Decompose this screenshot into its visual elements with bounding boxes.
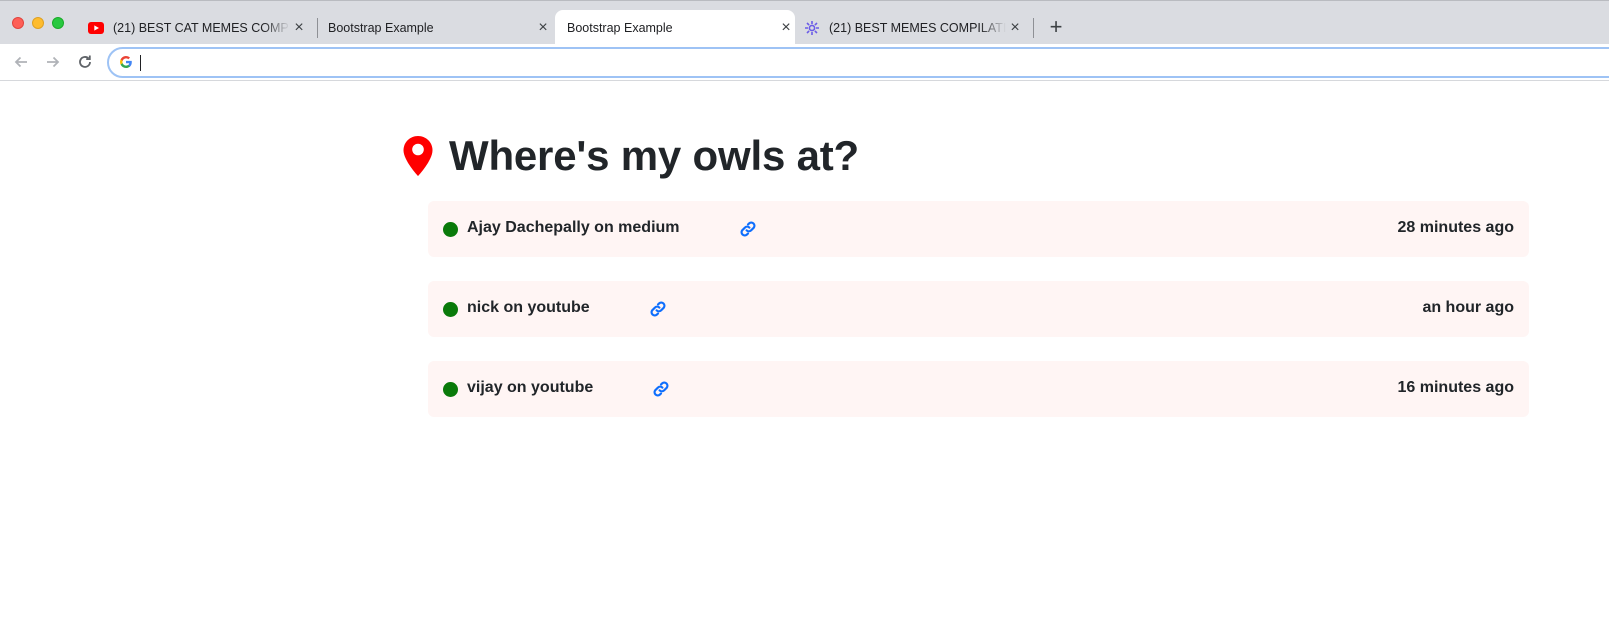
list-item: nick on youtube an hour ago	[428, 281, 1529, 337]
map-pin-icon	[403, 136, 433, 176]
plus-icon[interactable]: +	[1046, 15, 1066, 39]
page-heading: Where's my owls at?	[402, 132, 859, 180]
window-minimize-button[interactable]	[32, 17, 44, 29]
status-dot	[443, 382, 458, 397]
google-icon	[119, 55, 133, 74]
close-tab-icon[interactable]: ×	[777, 19, 795, 37]
window-zoom-button[interactable]	[52, 17, 64, 29]
tab-separator	[317, 18, 318, 38]
last-seen: 28 minutes ago	[1397, 219, 1514, 236]
close-tab-icon[interactable]: ×	[290, 19, 308, 37]
page-title: Where's my owls at?	[449, 132, 859, 179]
reload-icon[interactable]	[74, 51, 96, 73]
address-bar[interactable]	[107, 47, 1609, 78]
tab-title: Bootstrap Example	[567, 20, 673, 35]
tab-separator	[1033, 18, 1034, 38]
close-tab-icon[interactable]: ×	[1006, 19, 1024, 37]
window-close-button[interactable]	[12, 17, 24, 29]
owl-name: vijay on youtube	[467, 379, 594, 396]
owl-name: Ajay Dachepally on medium	[467, 219, 680, 236]
last-seen: 16 minutes ago	[1397, 379, 1514, 396]
status-dot	[443, 222, 458, 237]
tab-title: Bootstrap Example	[328, 20, 434, 35]
link-icon[interactable]	[651, 379, 671, 399]
link-icon[interactable]	[648, 299, 668, 319]
owl-name: nick on youtube	[467, 299, 590, 316]
tab-bootstrap-example-active[interactable]: Bootstrap Example ×	[555, 10, 795, 45]
link-icon[interactable]	[738, 219, 758, 239]
arrow-left-icon[interactable]	[10, 51, 32, 73]
browser-toolbar	[0, 44, 1609, 81]
arrow-right-icon[interactable]	[42, 51, 64, 73]
owl-list: Ajay Dachepally on medium 28 minutes ago…	[428, 201, 1529, 441]
text-caret	[140, 55, 141, 71]
list-item: Ajay Dachepally on medium 28 minutes ago	[428, 201, 1529, 257]
tab-cat-memes[interactable]: (21) BEST CAT MEMES COMPILATION ×	[88, 10, 308, 45]
list-item: vijay on youtube 16 minutes ago	[428, 361, 1529, 417]
tab-title: (21) BEST MEMES COMPILATION	[829, 20, 1006, 35]
status-dot	[443, 302, 458, 317]
tab-strip: (21) BEST CAT MEMES COMPILATION × Bootst…	[0, 0, 1609, 45]
close-tab-icon[interactable]: ×	[534, 19, 552, 37]
last-seen: an hour ago	[1422, 299, 1514, 316]
gear-flower-icon	[804, 20, 820, 36]
tab-memes-compilation[interactable]: (21) BEST MEMES COMPILATION ×	[804, 10, 1024, 45]
tab-bootstrap-example[interactable]: Bootstrap Example ×	[328, 10, 552, 45]
youtube-icon	[88, 20, 104, 36]
tab-title: (21) BEST CAT MEMES COMPILATION	[113, 20, 290, 35]
